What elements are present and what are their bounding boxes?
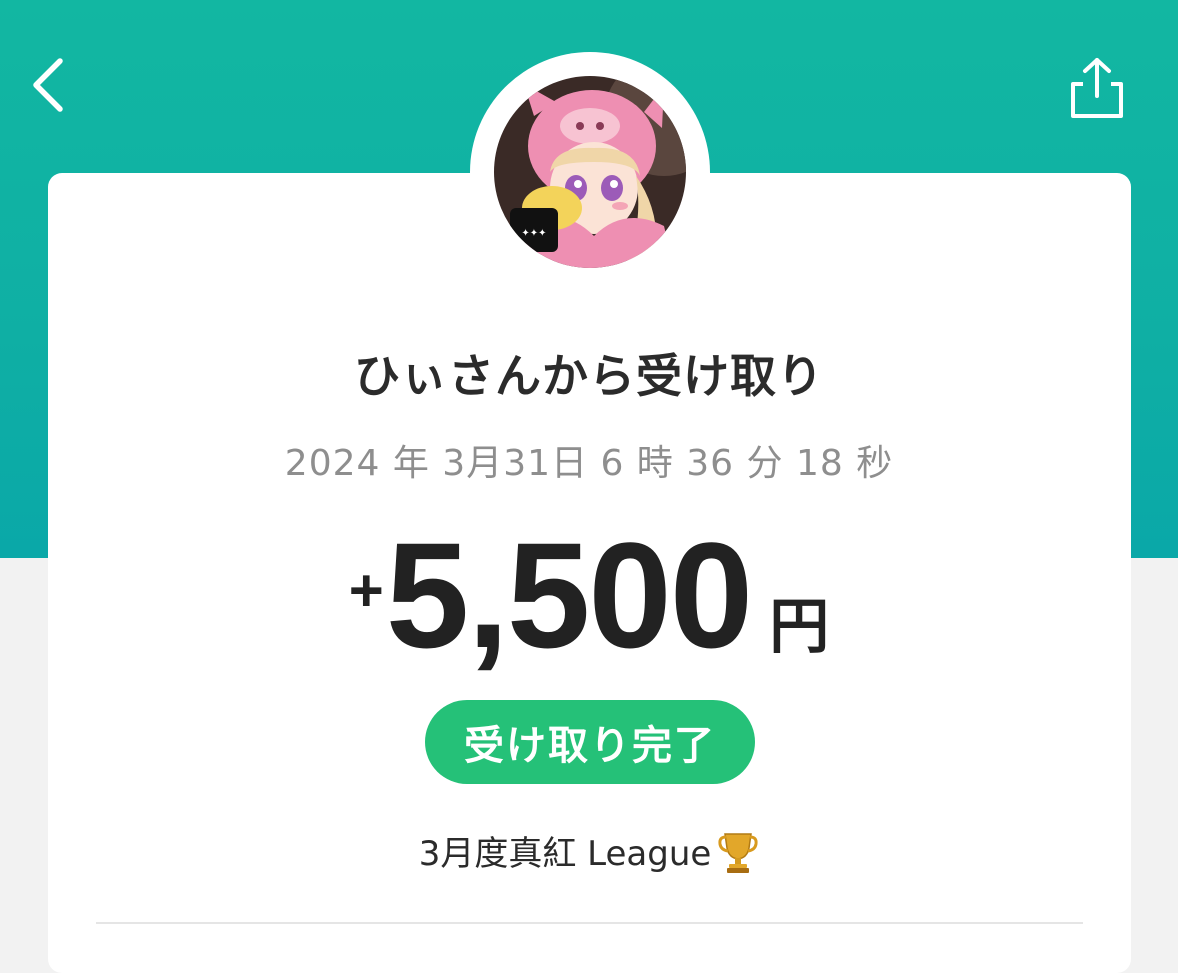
transaction-datetime: 2024 年 3月31日 6 時 36 分 18 秒 [284,443,894,484]
transaction-title: ひぃさんから受け取り [354,349,824,403]
share-icon [1071,58,1123,118]
svg-text:✦✦✦: ✦✦✦ [521,228,546,239]
trophy-icon [717,828,759,874]
amount-sign: + [348,557,384,624]
avatar[interactable]: ✦✦✦ [494,76,686,268]
avatar-illustration: ✦✦✦ [494,76,686,268]
currency-label: 円 [769,592,830,662]
amount-display: + 5,500 円 [0,520,1178,670]
memo-text: 3月度真紅 League [418,834,712,874]
back-button[interactable] [18,52,78,118]
status-badge: 受け取り完了 [425,700,755,784]
share-button[interactable] [1058,52,1136,124]
chevron-left-icon [33,58,63,112]
amount-value: 5,500 [385,511,753,679]
memo: 3月度真紅 League [0,826,1178,875]
status-label: 受け取り完了 [464,723,716,769]
divider [96,922,1083,924]
